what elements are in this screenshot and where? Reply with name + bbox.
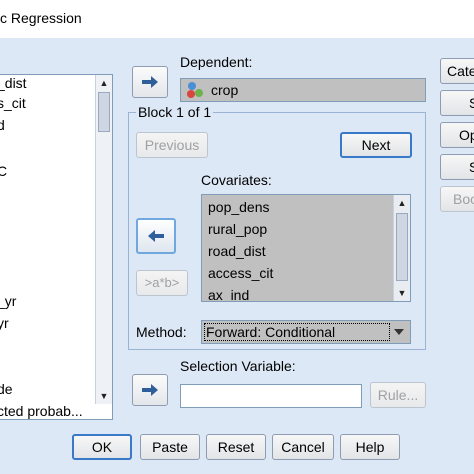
categorical-button[interactable]: Cate [440,58,474,84]
list-item[interactable]: de [0,381,13,397]
scroll-up-icon[interactable]: ▲ [96,75,112,91]
cancel-button[interactable]: Cancel [272,434,334,460]
list-item[interactable]: cted probab... [0,403,83,419]
list-item[interactable]: ax_ind [208,287,249,301]
move-to-selection-button[interactable] [132,374,168,406]
selection-variable-label: Selection Variable: [180,358,296,374]
method-value: Forward: Conditional [206,324,336,340]
list-item[interactable]: access_cit [208,265,273,281]
list-item[interactable]: C [0,163,7,179]
arrow-right-icon [142,76,158,88]
title-bar: c Regression [0,0,474,38]
covariates-list[interactable]: pop_dens rural_pop road_dist access_cit … [201,194,411,302]
scroll-down-icon[interactable]: ▼ [394,285,410,301]
list-item[interactable]: s_cit [0,95,26,111]
chevron-down-icon[interactable] [394,329,404,335]
method-select[interactable]: Forward: Conditional [201,320,411,344]
scroll-thumb[interactable] [98,92,110,132]
list-item[interactable]: _dist [0,75,27,91]
covariates-label: Covariates: [201,172,272,188]
list-item[interactable]: _yr [0,293,16,309]
window-title: c Regression [0,10,82,26]
block-title: Block 1 of 1 [136,104,214,120]
scroll-down-icon[interactable]: ▼ [96,388,112,404]
dependent-label: Dependent: [180,54,253,70]
previous-button[interactable]: Previous [136,132,208,158]
rule-button[interactable]: Rule... [370,382,426,408]
variable-items: _dist s_cit d C _yr yr de [0,75,93,404]
list-item[interactable]: rural_pop [208,221,267,237]
method-label: Method: [136,324,187,340]
arrow-right-icon [142,384,158,396]
paste-button[interactable]: Paste [140,434,200,460]
options-button[interactable]: Op [440,122,474,148]
interaction-button[interactable]: >a*b> [136,270,188,296]
list-item[interactable]: yr [0,315,9,331]
dependent-value: crop [211,82,239,98]
save-button[interactable]: S [440,90,474,116]
scroll-thumb[interactable] [396,213,408,281]
selection-variable-field[interactable] [180,384,362,408]
style-button[interactable]: S [440,154,474,180]
vertical-scrollbar[interactable]: ▲ ▼ [95,75,112,404]
covariates-scrollbar[interactable]: ▲ ▼ [393,195,410,301]
nominal-variable-icon [187,82,203,98]
next-button[interactable]: Next [340,132,412,158]
help-button[interactable]: Help [340,434,400,460]
arrow-left-icon [148,230,164,242]
dependent-field[interactable]: crop [180,78,426,102]
list-item[interactable]: d [0,117,5,133]
ok-button[interactable]: OK [72,434,132,460]
list-item[interactable]: road_dist [208,243,266,259]
scroll-up-icon[interactable]: ▲ [394,195,410,211]
move-to-covariates-button[interactable] [136,218,176,254]
source-variable-list[interactable]: _dist s_cit d C _yr yr de cted probab...… [0,74,113,420]
move-to-dependent-button[interactable] [132,66,168,98]
reset-button[interactable]: Reset [206,434,266,460]
list-item[interactable]: pop_dens [208,199,270,215]
bootstrap-button[interactable]: Boo [440,186,474,212]
